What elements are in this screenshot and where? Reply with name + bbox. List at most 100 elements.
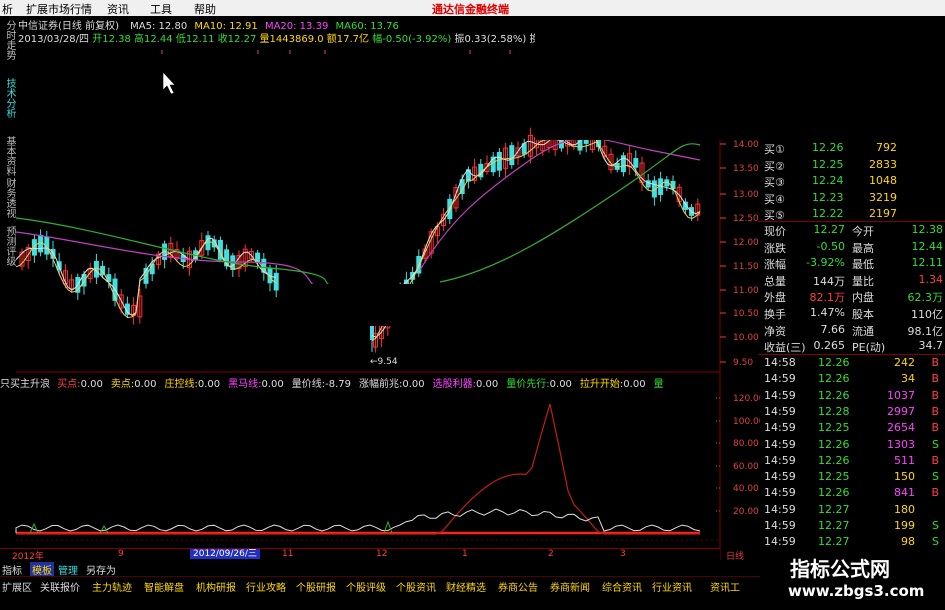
bottom-tab-main-force[interactable]: 主力轨迹	[92, 579, 132, 594]
tick-row: 14:59 12.28 2997 B	[760, 405, 945, 421]
bid-volume: 3219	[869, 190, 897, 204]
stat-value: 1.47%	[810, 306, 845, 319]
indicator-item-label: 量	[653, 379, 664, 390]
time-axis-label: 3	[620, 549, 626, 559]
indicator-item-label: 拉升开始:	[579, 379, 624, 390]
bid-label: 买①	[764, 143, 785, 156]
bottom-tab-broker-notices[interactable]: 券商公告	[498, 579, 538, 594]
time-axis-label: 12	[376, 549, 388, 559]
candle-body	[509, 145, 515, 166]
tab-save-as[interactable]: 另存为	[86, 562, 116, 577]
watermark-url: www.zbgs3.com	[788, 582, 925, 600]
cursor-date-badge: 2012/09/26/三	[190, 549, 260, 559]
tick-row: 14:59 12.26 841 B	[760, 486, 945, 502]
stat-label: 量比	[852, 274, 874, 288]
tab-template[interactable]: 模板	[30, 562, 54, 577]
tick-volume: 1303	[887, 437, 915, 451]
indicator-item: 量价先行:0.00	[506, 379, 576, 390]
stat-value: 12.44	[911, 239, 944, 253]
tick-price: 12.27	[818, 502, 850, 516]
bottom-tab-general-news[interactable]: 综合资讯	[602, 579, 642, 594]
tick-row: 14:59 12.25 2654 B	[760, 421, 945, 437]
tick-volume: 2654	[887, 421, 915, 435]
bid-price: 12.25	[812, 157, 844, 171]
ma20-line	[15, 137, 701, 291]
stat-row: 总量 144万 量比 1.34	[760, 273, 945, 290]
bottom-tab-industry-strategy[interactable]: 行业攻略	[246, 579, 286, 594]
bottom-tab-industry-news[interactable]: 行业资讯	[652, 579, 692, 594]
stat-value: 144万	[813, 274, 845, 288]
mouse-cursor-icon	[162, 71, 176, 95]
tab-manage[interactable]: 管理	[58, 562, 78, 577]
bar-date: 2013/03/28/四	[18, 34, 90, 45]
bottom-tab-stock-news[interactable]: 个股资讯	[396, 579, 436, 594]
bottom-tab-institution-reports[interactable]: 机构研报	[196, 579, 236, 594]
indicator-item-value: 0.00	[261, 379, 284, 390]
stat-value: 12.11	[911, 256, 944, 270]
tick-price: 12.25	[818, 470, 850, 484]
stat-value: 34.7	[918, 339, 944, 353]
stat-label: 涨跌	[764, 241, 786, 255]
bottom-tab-smart-analysis[interactable]: 智能解盘	[144, 579, 184, 594]
tick-time: 14:59	[764, 404, 796, 418]
indicator-item-value: 0.00	[197, 379, 221, 390]
stat-label: 现价	[764, 225, 786, 238]
bar-close: 收12.27	[217, 34, 257, 45]
stat-label: 最高	[852, 241, 874, 255]
indicator-item-label: 卖点:	[110, 379, 135, 390]
tick-time: 14:59	[764, 388, 796, 402]
tick-side: S	[932, 470, 939, 484]
indicator-item-label: 涨幅前兆:	[359, 379, 403, 390]
stat-value: 7.66	[820, 322, 846, 336]
bottom-tab-stock-reports[interactable]: 个股研报	[296, 579, 336, 594]
stat-value: 98.1亿	[907, 324, 944, 338]
stat-row: 现价 12.27 今开 12.38	[760, 223, 945, 240]
bid-volume: 792	[876, 141, 897, 154]
bottom-tab-extension[interactable]: 扩展区	[2, 579, 32, 594]
bid-volume: 2833	[869, 157, 897, 171]
black-region-middle	[282, 284, 666, 326]
tick-time: 14:58	[764, 356, 796, 369]
indicator-axis-label: 100.00	[733, 417, 760, 427]
bottom-tab-related-quotes[interactable]: 关联报价	[40, 579, 80, 594]
tick-time: 14:59	[764, 421, 796, 435]
indicator-white-line	[15, 508, 701, 533]
indicator-item-label: 买点:	[57, 379, 81, 390]
tick-side: B	[931, 421, 939, 435]
indicator-item: 量价线:-8.79	[292, 379, 355, 390]
bottom-tab-news-tools[interactable]: 资讯工	[710, 579, 740, 594]
indicator-axis-label: 80.00	[733, 439, 759, 449]
indicator-item-value: 0.00	[476, 379, 499, 390]
bottom-tab-finance-select[interactable]: 财经精选	[446, 579, 486, 594]
tick-price: 12.28	[818, 404, 850, 418]
indicator-item-label: 选股利器:	[432, 379, 477, 390]
price-axis-label: 14.00	[733, 140, 759, 150]
tick-time: 14:59	[764, 486, 796, 500]
tick-volume: 511	[894, 453, 915, 467]
tick-price: 12.26	[818, 486, 850, 500]
stat-label: 收益(三)	[764, 341, 806, 355]
indicator-item: 拉升开始:0.00	[580, 379, 650, 390]
price-axis-label: 12.50	[733, 214, 759, 224]
indicator-item-value: 0.00	[134, 379, 157, 390]
tick-side: B	[931, 486, 939, 500]
ma60-line	[15, 143, 701, 286]
bottom-tab-stock-ratings[interactable]: 个股评级	[346, 579, 386, 594]
stat-label: 换手	[764, 308, 786, 321]
indicator-item-value: -8.79	[325, 379, 351, 390]
stat-label: PE(动)	[852, 341, 886, 355]
tick-price: 12.26	[818, 372, 850, 386]
tick-time: 14:59	[764, 519, 796, 532]
price-axis-label: 11.50	[733, 262, 759, 272]
bid-price: 12.22	[812, 207, 844, 220]
watermark-title: 指标公式网	[790, 557, 890, 581]
tick-volume: 242	[894, 356, 915, 369]
bid-price: 12.24	[812, 174, 844, 187]
tab-indicator[interactable]: 指标	[2, 562, 22, 577]
bottom-tab-broker-news[interactable]: 券商新闻	[550, 579, 590, 594]
stat-row: 涨跌 -0.50 最高 12.44	[760, 240, 945, 257]
indicator-item: 涨幅前兆:0.00	[359, 379, 429, 390]
indicator-item-value: 0.00	[80, 379, 103, 390]
price-axis-label: 13.00	[733, 190, 759, 200]
tick-price: 12.25	[818, 421, 850, 435]
